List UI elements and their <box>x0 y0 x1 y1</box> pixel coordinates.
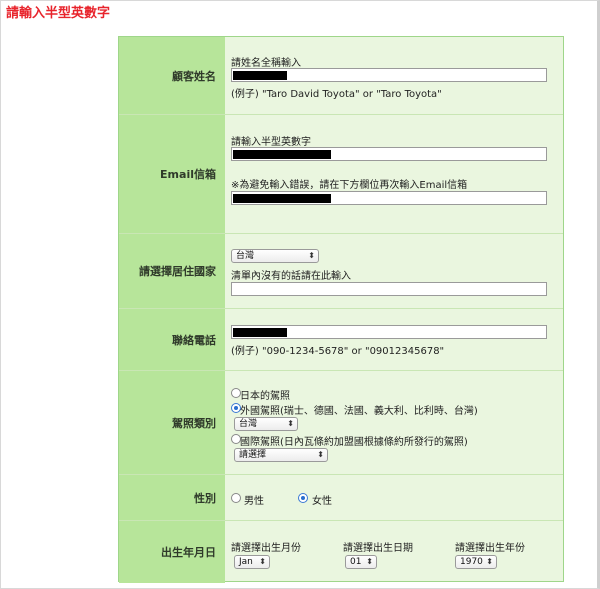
email-confirm-input[interactable] <box>231 191 547 205</box>
gender-female-label: 女性 <box>312 496 332 507</box>
row-customer-name: 顧客姓名 請姓名全稱輸入 (例子) "Taro David Toyota" or… <box>119 37 563 114</box>
registration-form: 顧客姓名 請姓名全稱輸入 (例子) "Taro David Toyota" or… <box>118 36 564 583</box>
email-confirm-note: ※為避免輸入錯誤，請在下方欄位再次輸入Email信箱 <box>231 180 468 191</box>
gender-male-radio[interactable] <box>231 493 241 503</box>
phone-example: (例子) "090-1234-5678" or "09012345678" <box>231 346 445 357</box>
license-international-select[interactable]: 請選擇 ⬍ <box>234 448 328 462</box>
license-international-label: 國際駕照(日內瓦條約加盟國根據條約所發行的駕照) <box>240 437 468 448</box>
birth-year-value: 1970 <box>460 557 483 567</box>
country-label: 請選擇居住國家 <box>119 234 225 308</box>
phone-input[interactable] <box>231 325 547 339</box>
birth-month-select[interactable]: Jan ⬍ <box>234 555 270 569</box>
email-hint: 請輸入半型英數字 <box>231 137 311 148</box>
redacted-value <box>233 194 331 203</box>
chevron-updown-icon: ⬍ <box>486 557 493 566</box>
email-input[interactable] <box>231 147 547 161</box>
row-birth-date: 出生年月日 請選擇出生月份 Jan ⬍ 請選擇出生日期 01 ⬍ 請選擇出生年份… <box>119 520 563 583</box>
country-other-hint: 清單內沒有的話請在此輸入 <box>231 271 351 282</box>
customer-name-input[interactable] <box>231 68 547 82</box>
customer-name-example: (例子) "Taro David Toyota" or "Taro Toyota… <box>231 89 442 100</box>
row-gender: 性別 男性 女性 <box>119 474 563 520</box>
license-label: 駕照類別 <box>119 371 225 474</box>
license-foreign-country-select[interactable]: 台灣 ⬍ <box>234 417 298 431</box>
birth-day-label: 請選擇出生日期 <box>343 543 413 554</box>
license-foreign-country-selected: 台灣 <box>239 419 258 429</box>
customer-name-hint: 請姓名全稱輸入 <box>231 58 301 69</box>
chevron-updown-icon: ⬍ <box>317 450 324 459</box>
chevron-updown-icon: ⬍ <box>287 419 294 428</box>
country-other-input[interactable] <box>231 282 547 296</box>
customer-name-label: 顧客姓名 <box>119 37 225 114</box>
gender-female-radio[interactable] <box>298 493 308 503</box>
row-license: 駕照類別 日本的駕照 外國駕照(瑞士、德國、法國、義大利、比利時、台灣) 台灣 … <box>119 370 563 474</box>
chevron-updown-icon: ⬍ <box>366 557 373 566</box>
birth-day-value: 01 <box>350 557 362 567</box>
row-country: 請選擇居住國家 台灣 ⬍ 清單內沒有的話請在此輸入 <box>119 233 563 308</box>
license-international-selected: 請選擇 <box>239 450 267 460</box>
birth-year-select[interactable]: 1970 ⬍ <box>455 555 497 569</box>
gender-male-label: 男性 <box>244 496 264 507</box>
phone-label: 聯絡電話 <box>119 309 225 370</box>
redacted-value <box>233 328 287 337</box>
birth-day-select[interactable]: 01 ⬍ <box>345 555 377 569</box>
row-email: Email信箱 請輸入半型英數字 ※為避免輸入錯誤，請在下方欄位再次輸入Emai… <box>119 114 563 233</box>
license-japan-label: 日本的駕照 <box>240 391 290 402</box>
row-phone: 聯絡電話 (例子) "090-1234-5678" or "0901234567… <box>119 308 563 370</box>
page-title: 請輸入半型英數字 <box>6 6 111 21</box>
country-select[interactable]: 台灣 ⬍ <box>231 249 319 263</box>
birth-label: 出生年月日 <box>119 521 225 583</box>
country-selected: 台灣 <box>236 251 255 261</box>
birth-month-label: 請選擇出生月份 <box>231 543 301 554</box>
birth-year-label: 請選擇出生年份 <box>455 543 525 554</box>
redacted-value <box>233 150 331 159</box>
gender-label: 性別 <box>119 475 225 520</box>
chevron-updown-icon: ⬍ <box>308 251 315 260</box>
birth-month-value: Jan <box>239 557 253 567</box>
redacted-value <box>233 71 287 80</box>
email-label: Email信箱 <box>119 115 225 233</box>
chevron-updown-icon: ⬍ <box>259 557 266 566</box>
license-foreign-label: 外國駕照(瑞士、德國、法國、義大利、比利時、台灣) <box>240 406 478 417</box>
